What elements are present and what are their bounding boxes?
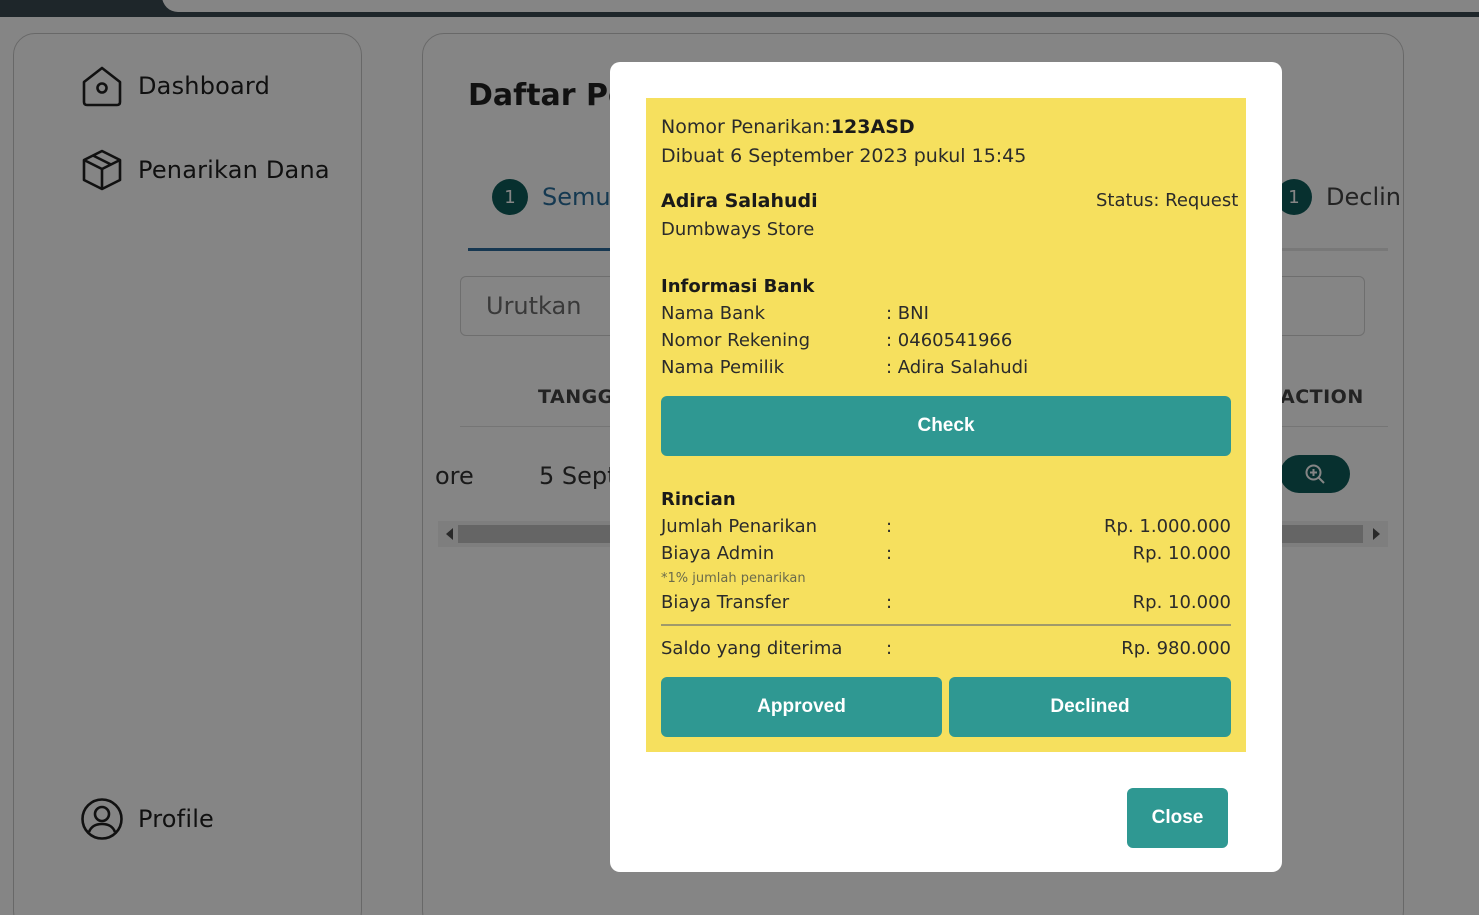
account-number-value: : 0460541966 — [886, 330, 1013, 351]
detail-separator: : — [886, 638, 893, 659]
withdrawal-detail-modal: Nomor Penarikan:123ASD Dibuat 6 Septembe… — [610, 62, 1282, 872]
bank-info-heading: Informasi Bank — [661, 276, 815, 297]
account-number-label: Nomor Rekening — [661, 330, 811, 351]
withdrawal-number-line: Nomor Penarikan:123ASD — [661, 116, 915, 138]
withdrawal-detail-card: Nomor Penarikan:123ASD Dibuat 6 Septembe… — [646, 98, 1246, 752]
customer-name: Adira Salahudi — [661, 190, 818, 212]
bank-name-label: Nama Bank — [661, 303, 765, 324]
admin-fee-value: Rp. 10.000 — [1132, 543, 1231, 564]
received-balance-label: Saldo yang diterima — [661, 638, 843, 659]
withdrawal-amount-value: Rp. 1.000.000 — [1104, 516, 1231, 537]
admin-fee-note: *1% jumlah penarikan — [661, 571, 806, 586]
bank-name-value: : BNI — [886, 303, 929, 324]
detail-separator: : — [886, 543, 893, 564]
details-heading: Rincian — [661, 489, 736, 510]
transfer-fee-label: Biaya Transfer — [661, 592, 790, 613]
account-owner-value: : Adira Salahudi — [886, 357, 1029, 378]
withdrawal-number: 123ASD — [830, 116, 915, 138]
status-badge: Status: Request — [1096, 190, 1239, 211]
check-button[interactable]: Check — [661, 396, 1231, 456]
total-divider — [661, 624, 1231, 626]
admin-fee-label: Biaya Admin — [661, 543, 775, 564]
approve-button[interactable]: Approved — [661, 677, 942, 737]
created-date: Dibuat 6 September 2023 pukul 15:45 — [661, 145, 1027, 167]
detail-separator: : — [886, 592, 893, 613]
withdrawal-number-label: Nomor Penarikan: — [661, 116, 831, 138]
close-button[interactable]: Close — [1127, 788, 1228, 848]
store-name: Dumbways Store — [661, 219, 815, 240]
detail-separator: : — [886, 516, 893, 537]
account-owner-label: Nama Pemilik — [661, 357, 785, 378]
withdrawal-amount-label: Jumlah Penarikan — [661, 516, 818, 537]
transfer-fee-value: Rp. 10.000 — [1132, 592, 1231, 613]
decline-button[interactable]: Declined — [949, 677, 1231, 737]
received-balance-value: Rp. 980.000 — [1121, 638, 1231, 659]
